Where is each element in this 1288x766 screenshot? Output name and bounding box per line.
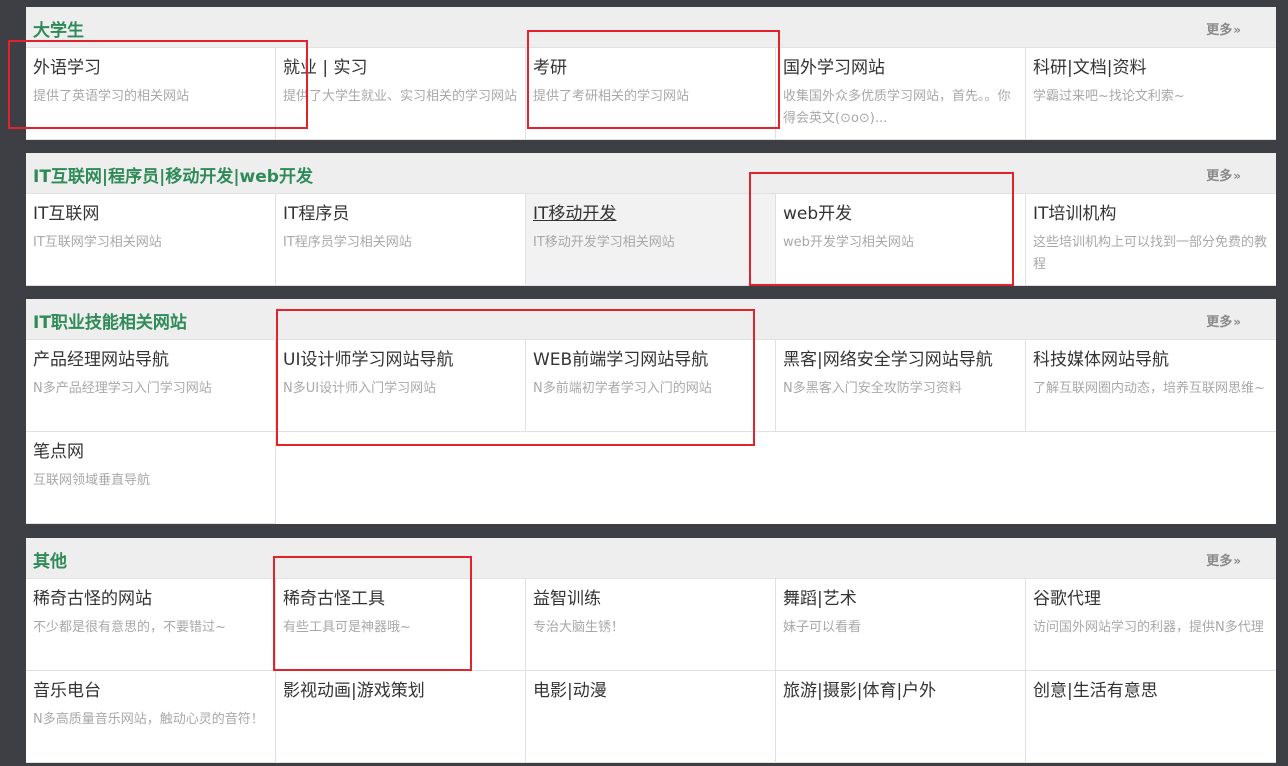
link-desc: IT移动开发学习相关网站 (533, 232, 769, 254)
link-card[interactable]: 外语学习提供了英语学习的相关网站 (26, 48, 276, 140)
link-card[interactable]: 音乐电台 N多高质量音乐网站，触动心灵的音符！ (26, 671, 276, 763)
link-card[interactable]: 黑客|网络安全学习网站导航 N多黑客入门安全攻防学习资料 (776, 340, 1026, 432)
link-card[interactable]: 科技媒体网站导航了解互联网圈内动态，培养互联网思维~ (1026, 340, 1276, 432)
link-desc: 收集国外众多优质学习网站，首先。。你得会英文(⊙o⊙)... (783, 86, 1019, 130)
link-card[interactable]: 考研提供了考研相关的学习网站 (526, 48, 776, 140)
link-desc: 互联网领域垂直导航 (33, 470, 269, 492)
link-title[interactable]: 就业 | 实习 (283, 56, 519, 80)
section-title[interactable]: 其他 (33, 547, 67, 572)
link-grid: 产品经理网站导航 N多产品经理学习入门学习网站 UI设计师学习网站导航 N多UI设计… (26, 340, 1276, 524)
link-title[interactable]: 国外学习网站 (783, 56, 1019, 80)
link-card[interactable]: 创意|生活有意思 (1026, 671, 1276, 763)
more-link[interactable]: 更多» (1206, 19, 1241, 38)
more-link[interactable]: 更多» (1206, 311, 1241, 330)
link-title[interactable]: 益智训练 (533, 587, 769, 611)
link-title[interactable]: IT培训机构 (1033, 202, 1270, 226)
link-card[interactable]: WEB前端学习网站导航 N多前端初学者学习入门的网站 (526, 340, 776, 432)
link-desc: 这些培训机构上可以找到一部分免费的教程 (1033, 232, 1270, 276)
section-header: IT职业技能相关网站 更多» (26, 299, 1276, 340)
section-title[interactable]: IT互联网|程序员|移动开发|web开发 (33, 162, 313, 187)
link-title[interactable]: 舞蹈|艺术 (783, 587, 1019, 611)
link-title[interactable]: 考研 (533, 56, 769, 80)
link-desc: 提供了大学生就业、实习相关的学习网站 (283, 86, 519, 108)
section-it-skills: IT职业技能相关网站 更多» 产品经理网站导航 N多产品经理学习入门学习网站 UI… (26, 299, 1276, 524)
section-header: 大学生 更多» (26, 7, 1276, 48)
link-title[interactable]: 电影|动漫 (533, 679, 769, 703)
link-desc: 妹子可以看看 (783, 617, 1019, 639)
link-title[interactable]: 音乐电台 (33, 679, 269, 703)
section-it-internet: IT互联网|程序员|移动开发|web开发 更多» IT互联网 IT互联网学习相关网… (26, 153, 1276, 286)
more-link[interactable]: 更多» (1206, 165, 1241, 184)
link-title[interactable]: IT移动开发 (533, 202, 769, 226)
link-desc: N多高质量音乐网站，触动心灵的音符！ (33, 709, 269, 731)
link-card[interactable]: 科研|文档|资料学霸过来吧~找论文利索~ (1026, 48, 1276, 140)
section-title[interactable]: IT职业技能相关网站 (33, 308, 187, 333)
link-grid: 稀奇古怪的网站不少都是很有意思的，不要错过~ 稀奇古怪工具有些工具可是神器哦~ … (26, 579, 1276, 763)
link-card[interactable]: 稀奇古怪工具有些工具可是神器哦~ (276, 579, 526, 671)
link-desc: 专治大脑生锈！ (533, 617, 769, 639)
link-desc: N多黑客入门安全攻防学习资料 (783, 378, 1019, 400)
link-card[interactable]: 益智训练专治大脑生锈！ (526, 579, 776, 671)
link-desc: 访问国外网站学习的利器，提供N多代理 (1033, 617, 1270, 639)
link-desc: 有些工具可是神器哦~ (283, 617, 519, 639)
link-title[interactable]: IT程序员 (283, 202, 519, 226)
link-card[interactable]: 谷歌代理访问国外网站学习的利器，提供N多代理 (1026, 579, 1276, 671)
link-title[interactable]: 科技媒体网站导航 (1033, 348, 1270, 372)
link-desc: IT程序员学习相关网站 (283, 232, 519, 254)
link-card[interactable]: IT互联网 IT互联网学习相关网站 (26, 194, 276, 286)
link-card[interactable]: 国外学习网站收集国外众多优质学习网站，首先。。你得会英文(⊙o⊙)... (776, 48, 1026, 140)
link-title[interactable]: 外语学习 (33, 56, 269, 80)
link-desc: 不少都是很有意思的，不要错过~ (33, 617, 269, 639)
link-card[interactable]: 电影|动漫 (526, 671, 776, 763)
link-card[interactable]: 旅游|摄影|体育|户外 (776, 671, 1026, 763)
link-card[interactable]: IT培训机构这些培训机构上可以找到一部分免费的教程 (1026, 194, 1276, 286)
link-grid: 外语学习提供了英语学习的相关网站 就业 | 实习提供了大学生就业、实习相关的学习… (26, 48, 1276, 140)
link-grid: IT互联网 IT互联网学习相关网站 IT程序员 IT程序员学习相关网站 IT移动开发… (26, 194, 1276, 286)
section-header: IT互联网|程序员|移动开发|web开发 更多» (26, 153, 1276, 194)
section-header: 其他 更多» (26, 538, 1276, 579)
link-desc: N多产品经理学习入门学习网站 (33, 378, 269, 400)
link-desc: web开发学习相关网站 (783, 232, 1019, 254)
section-title[interactable]: 大学生 (33, 16, 84, 41)
link-title[interactable]: 影视动画|游戏策划 (283, 679, 519, 703)
link-title[interactable]: IT互联网 (33, 202, 269, 226)
section-other: 其他 更多» 稀奇古怪的网站不少都是很有意思的，不要错过~ 稀奇古怪工具有些工具… (26, 538, 1276, 763)
link-desc: 提供了英语学习的相关网站 (33, 86, 269, 108)
link-title[interactable]: 谷歌代理 (1033, 587, 1270, 611)
link-title[interactable]: 创意|生活有意思 (1033, 679, 1270, 703)
link-card[interactable]: UI设计师学习网站导航 N多UI设计师入门学习网站 (276, 340, 526, 432)
link-title[interactable]: 稀奇古怪工具 (283, 587, 519, 611)
link-title[interactable]: 产品经理网站导航 (33, 348, 269, 372)
link-desc: 提供了考研相关的学习网站 (533, 86, 769, 108)
link-desc: IT互联网学习相关网站 (33, 232, 269, 254)
link-title[interactable]: 笔点网 (33, 440, 269, 464)
link-desc: N多前端初学者学习入门的网站 (533, 378, 769, 400)
link-desc: N多UI设计师入门学习网站 (283, 378, 519, 400)
link-title[interactable]: 黑客|网络安全学习网站导航 (783, 348, 1019, 372)
section-college: 大学生 更多» 外语学习提供了英语学习的相关网站 就业 | 实习提供了大学生就业… (26, 7, 1276, 140)
link-desc: 了解互联网圈内动态，培养互联网思维~ (1033, 378, 1270, 400)
link-title[interactable]: 稀奇古怪的网站 (33, 587, 269, 611)
more-link[interactable]: 更多» (1206, 550, 1241, 569)
link-card[interactable]: web开发 web开发学习相关网站 (776, 194, 1026, 286)
link-card[interactable]: 稀奇古怪的网站不少都是很有意思的，不要错过~ (26, 579, 276, 671)
link-desc: 学霸过来吧~找论文利索~ (1033, 86, 1270, 108)
link-title[interactable]: WEB前端学习网站导航 (533, 348, 769, 372)
link-card[interactable]: 笔点网互联网领域垂直导航 (26, 432, 276, 524)
link-card[interactable]: 舞蹈|艺术妹子可以看看 (776, 579, 1026, 671)
link-title[interactable]: 科研|文档|资料 (1033, 56, 1270, 80)
link-card[interactable]: 影视动画|游戏策划 (276, 671, 526, 763)
link-card[interactable]: 就业 | 实习提供了大学生就业、实习相关的学习网站 (276, 48, 526, 140)
link-title[interactable]: UI设计师学习网站导航 (283, 348, 519, 372)
link-title[interactable]: 旅游|摄影|体育|户外 (783, 679, 1019, 703)
link-title[interactable]: web开发 (783, 202, 1019, 226)
link-card[interactable]: IT程序员 IT程序员学习相关网站 (276, 194, 526, 286)
link-card[interactable]: 产品经理网站导航 N多产品经理学习入门学习网站 (26, 340, 276, 432)
link-card-hovered[interactable]: IT移动开发 IT移动开发学习相关网站 (526, 194, 776, 286)
